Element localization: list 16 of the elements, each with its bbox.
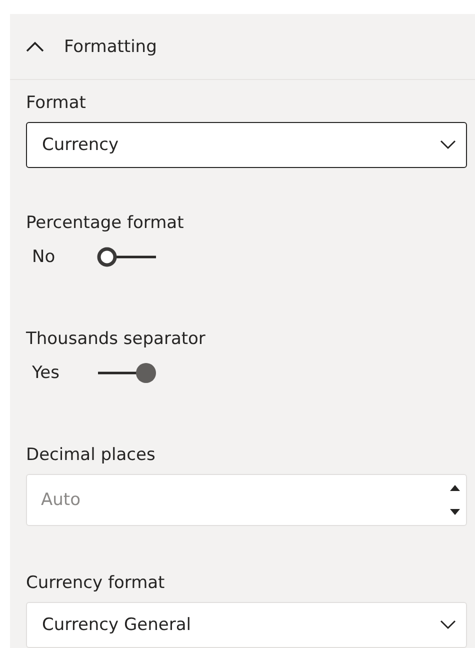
toggle-switch[interactable] [96, 246, 158, 268]
dropdown[interactable]: Currency General [26, 602, 467, 648]
field-label: Currency format [26, 572, 166, 594]
toggle-state-text: Yes [32, 363, 60, 383]
chevron-down-icon [440, 620, 456, 630]
chevron-up-icon [26, 41, 44, 52]
field-label: Percentage format [26, 212, 185, 234]
toggle-switch[interactable] [96, 362, 158, 384]
field-label: Decimal places [26, 444, 156, 466]
field-label: Thousands separator [26, 328, 206, 350]
toggle-state-text: No [32, 247, 56, 267]
chevron-down-icon [440, 140, 456, 150]
field-label: Format [26, 92, 87, 114]
dropdown[interactable]: Currency [26, 122, 467, 168]
number-input[interactable]: Auto [26, 474, 467, 526]
section-header[interactable]: Formatting [10, 14, 475, 80]
